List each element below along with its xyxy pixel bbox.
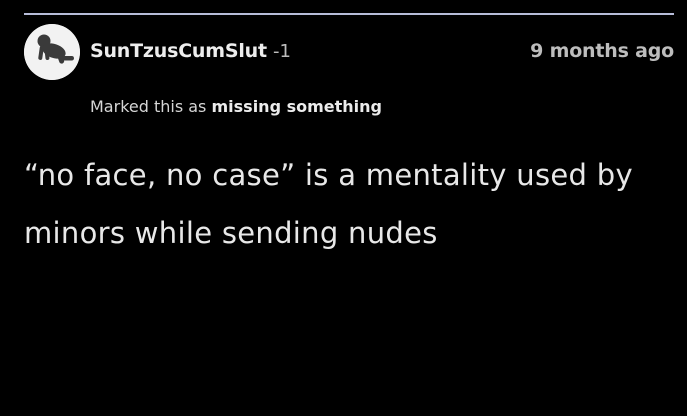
comment-body: “no face, no case” is a mentality used b… [24, 158, 633, 250]
comment-score: -1 [273, 41, 291, 62]
top-divider [24, 13, 674, 15]
status-line: Marked this as missing something [90, 97, 382, 116]
timestamp: 9 months ago [530, 40, 674, 62]
comment-header: SunTzusCumSlut -1 9 months ago [24, 24, 674, 80]
username[interactable]: SunTzusCumSlut [90, 40, 267, 62]
crawling-baby-icon [24, 24, 80, 80]
status-prefix: Marked this as [90, 97, 207, 116]
status-value: missing something [211, 97, 382, 116]
avatar[interactable] [24, 24, 80, 80]
